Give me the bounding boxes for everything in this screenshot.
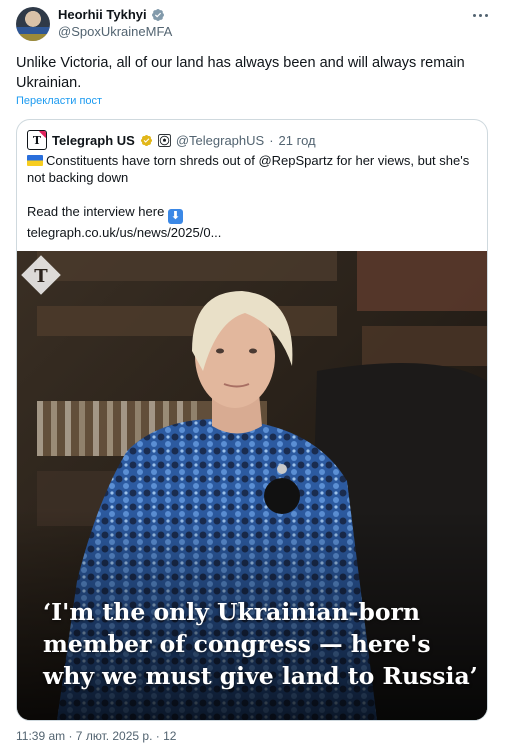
quote-link[interactable]: telegraph.co.uk/us/news/2025/0...	[27, 224, 477, 241]
article-image[interactable]: T ‘I'm the only Ukrainian-born member of…	[17, 251, 487, 720]
tweet-text: Unlike Victoria, all of our land has alw…	[16, 55, 465, 91]
dot-separator: ·	[269, 132, 274, 148]
verified-badge-icon	[151, 8, 164, 21]
quote-author-handle[interactable]: @TelegraphUS	[176, 133, 264, 148]
quote-header: T Telegraph US @TelegraphUS · 21 год	[27, 130, 316, 150]
read-label: Read the interview here	[27, 204, 165, 219]
quote-text: Constituents have torn shreds out of @Re…	[27, 152, 477, 241]
telegraph-logo-icon[interactable]: T	[27, 130, 47, 150]
gold-verified-icon	[140, 134, 152, 146]
svg-text:T: T	[34, 266, 48, 287]
tweet-timestamp[interactable]: 11:39 am · 7 лют. 2025 р. · 12	[16, 729, 176, 743]
soccer-ball-icon	[157, 133, 171, 147]
headline-line1: ‘I'm the only Ukrainian-born	[43, 598, 420, 626]
quote-text-line1: Constituents have torn shreds out of @Re…	[46, 153, 470, 168]
image-headline: ‘I'm the only Ukrainian-born member of c…	[43, 596, 478, 692]
quote-card[interactable]: T Telegraph US @TelegraphUS · 21 год Con…	[16, 119, 488, 721]
headline-line2: member of congress — here's	[43, 630, 431, 658]
telegraph-watermark-icon: T	[21, 255, 61, 295]
quote-text-line2: not backing down	[27, 170, 129, 185]
author-name[interactable]: Heorhii Tykhyi	[58, 7, 147, 22]
author-handle[interactable]: @SpoxUkraineMFA	[58, 24, 172, 39]
author-name-row[interactable]: Heorhii Tykhyi	[58, 7, 165, 22]
ukraine-flag-icon	[27, 155, 43, 166]
down-arrow-icon: ⬇	[167, 209, 183, 224]
quote-timestamp[interactable]: 21 год	[279, 133, 316, 148]
translate-link[interactable]: Перекласти пост	[16, 95, 102, 107]
quote-author-name[interactable]: Telegraph US	[52, 133, 135, 148]
headline-line3: why we must give land to Russia’	[43, 662, 478, 690]
tweet: Heorhii Tykhyi @SpoxUkraineMFA Unlike Vi…	[0, 0, 515, 743]
more-icon[interactable]	[469, 6, 491, 24]
avatar[interactable]	[16, 7, 50, 41]
